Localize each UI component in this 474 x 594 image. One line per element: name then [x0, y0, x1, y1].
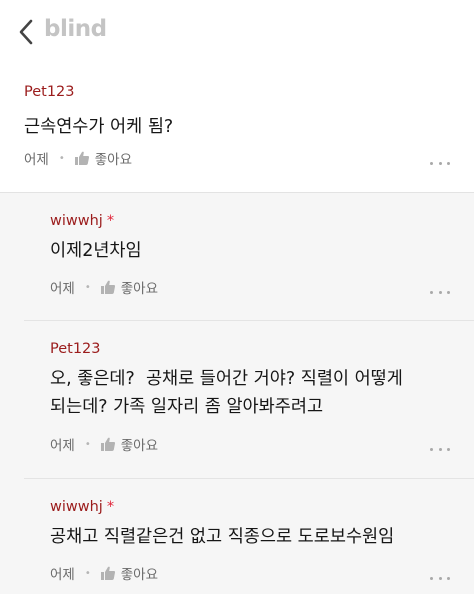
like-button[interactable]: 좋아요: [121, 277, 158, 297]
thumbs-up-icon[interactable]: [74, 150, 90, 166]
author-badge: *: [106, 499, 115, 515]
comment-text: 이제2년차임: [50, 241, 142, 261]
like-button[interactable]: 좋아요: [95, 148, 132, 168]
comment-text-line: 되는데? 가족 일자리 좀 알아봐주려고: [50, 397, 324, 417]
blind-logo: blind: [44, 16, 107, 42]
thumbs-up-icon[interactable]: [100, 565, 116, 581]
comment-author[interactable]: Pet123: [24, 84, 75, 100]
author-badge: *: [106, 213, 115, 229]
comment-text: 공채고 직렬같은건 없고 직종으로 도로보수원임: [50, 527, 395, 547]
comment-time: 어제: [50, 567, 75, 583]
like-button[interactable]: 좋아요: [121, 563, 158, 583]
comment-meta: 어제 • 좋아요: [24, 148, 132, 168]
separator-dot: •: [84, 438, 91, 450]
comment-time: 어제: [50, 281, 75, 297]
more-options-icon[interactable]: [430, 574, 450, 582]
reply-comment: wiwwhj * 공채고 직렬같은건 없고 직종으로 도로보수원임 어제 • 좋아…: [24, 478, 474, 594]
comment-meta: 어제 • 좋아요: [50, 563, 158, 583]
comment-meta: 어제 • 좋아요: [50, 434, 158, 454]
comment-time: 어제: [24, 152, 49, 168]
reply-comment: Pet123 오, 좋은데? 공채로 들어간 거야? 직렬이 어떻게 되는데? …: [24, 320, 474, 477]
comment-author[interactable]: Pet123: [50, 341, 101, 357]
comment-text: 근속연수가 어케 됨?: [24, 117, 174, 137]
chevron-left-icon: [19, 19, 33, 45]
comment-text-line: 오, 좋은데? 공채로 들어간 거야? 직렬이 어떻게: [50, 369, 403, 389]
more-options-icon[interactable]: [430, 159, 450, 167]
thumbs-up-icon[interactable]: [100, 279, 116, 295]
comment-meta: 어제 • 좋아요: [50, 277, 158, 297]
top-bar: blind: [0, 0, 474, 64]
comment: Pet123 근속연수가 어케 됨? 어제 • 좋아요: [0, 64, 474, 192]
reply-comment: wiwwhj * 이제2년차임 어제 • 좋아요: [24, 193, 474, 319]
comment-author[interactable]: wiwwhj *: [50, 213, 114, 229]
comment-time: 어제: [50, 438, 75, 454]
separator-dot: •: [58, 152, 65, 164]
comment-text: 오, 좋은데? 공채로 들어간 거야? 직렬이 어떻게 되는데? 가족 일자리 …: [50, 365, 403, 421]
thumbs-up-icon[interactable]: [100, 436, 116, 452]
more-options-icon[interactable]: [430, 288, 450, 296]
more-options-icon[interactable]: [430, 445, 450, 453]
like-button[interactable]: 좋아요: [121, 434, 158, 454]
comment-author[interactable]: wiwwhj *: [50, 499, 114, 515]
separator-dot: •: [84, 567, 91, 579]
back-button[interactable]: [16, 17, 40, 47]
separator-dot: •: [84, 281, 91, 293]
